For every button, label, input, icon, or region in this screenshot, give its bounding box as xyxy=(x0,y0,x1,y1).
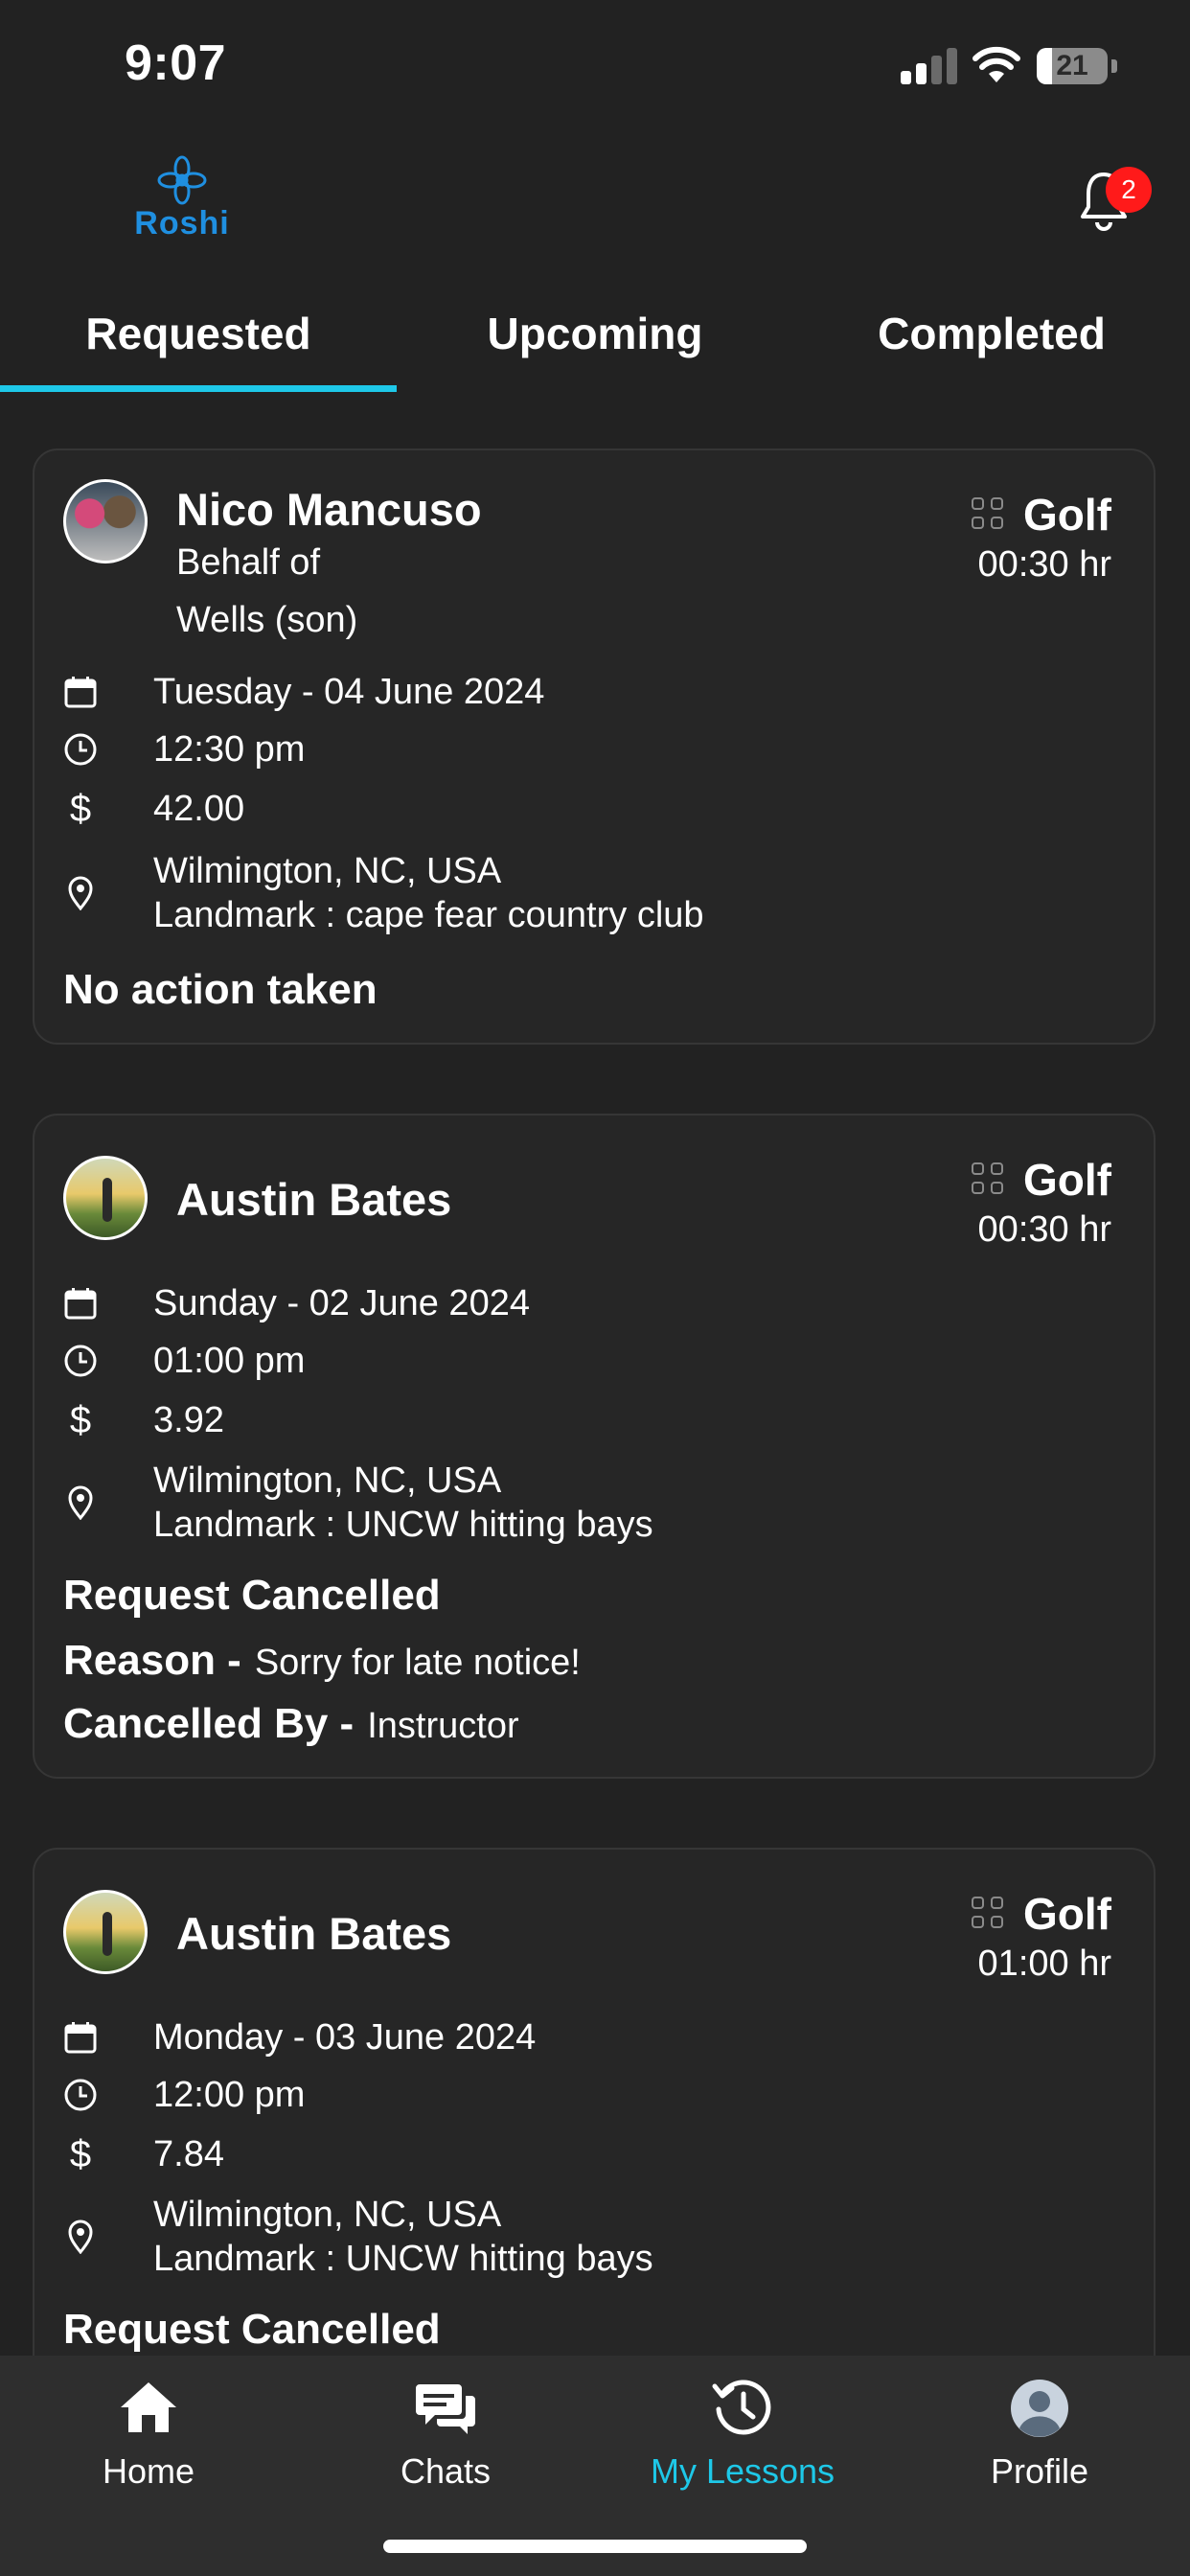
battery-icon: 21 xyxy=(1037,48,1108,84)
category-grid-icon xyxy=(972,1897,1006,1931)
lesson-status: Request Cancelled xyxy=(63,2306,441,2353)
logo-text: Roshi xyxy=(134,205,230,242)
category-grid-icon xyxy=(972,497,1006,532)
profile-icon xyxy=(1011,2380,1068,2437)
status-time: 9:07 xyxy=(125,35,227,91)
avatar xyxy=(63,1156,148,1240)
dollar-icon: $ xyxy=(69,1399,92,1441)
home-icon xyxy=(121,2382,176,2432)
sport-name: Golf xyxy=(1023,1889,1111,1939)
lesson-location: Wilmington, NC, USA xyxy=(153,2195,502,2235)
chat-icon xyxy=(416,2384,475,2434)
lesson-card[interactable]: Nico Mancuso Behalf of Wells (son) Golf … xyxy=(33,448,1156,1045)
duration: 00:30 hr xyxy=(977,1209,1111,1250)
nav-my-lessons[interactable]: My Lessons xyxy=(594,2356,891,2509)
tab-completed[interactable]: Completed xyxy=(793,288,1190,395)
sport-name: Golf xyxy=(1023,490,1111,540)
lesson-date: Tuesday - 04 June 2024 xyxy=(153,672,545,712)
lesson-price: 7.84 xyxy=(153,2134,224,2174)
active-tab-indicator xyxy=(0,385,397,392)
app-header: Roshi 2 xyxy=(0,144,1190,278)
dollar-icon: $ xyxy=(69,2133,92,2175)
nav-profile[interactable]: Profile xyxy=(891,2356,1188,2509)
clock-icon xyxy=(64,1345,97,1377)
lesson-time: 12:30 pm xyxy=(153,729,306,770)
reason-label: Reason - xyxy=(63,1637,241,1684)
student-name: Austin Bates xyxy=(176,1908,452,1959)
lesson-tabs: Requested Upcoming Completed xyxy=(0,288,1190,395)
nav-home[interactable]: Home xyxy=(0,2356,297,2509)
nav-label: Home xyxy=(102,2451,195,2491)
avatar xyxy=(63,479,148,564)
lesson-landmark: Landmark : cape fear country club xyxy=(153,895,704,935)
flower-logo-icon xyxy=(157,155,207,205)
duration: 01:00 hr xyxy=(977,1944,1111,1984)
lesson-date: Monday - 03 June 2024 xyxy=(153,2017,537,2058)
sport-info: Golf 00:30 hr xyxy=(972,1154,1111,1251)
lesson-card[interactable]: Austin Bates Golf 00:30 hr Sunday - 02 J… xyxy=(33,1114,1156,1779)
clock-icon xyxy=(64,2079,97,2111)
lesson-price: 3.92 xyxy=(153,1400,224,1440)
lesson-time: 12:00 pm xyxy=(153,2075,306,2115)
nav-label: Chats xyxy=(400,2451,492,2491)
cancelled-by-value: Instructor xyxy=(367,1706,519,1746)
sport-info: Golf 01:00 hr xyxy=(972,1888,1111,1985)
reason-value: Sorry for late notice! xyxy=(254,1643,581,1683)
tab-upcoming[interactable]: Upcoming xyxy=(397,288,793,395)
location-pin-icon xyxy=(68,876,93,910)
duration: 00:30 hr xyxy=(977,544,1111,585)
location-pin-icon xyxy=(68,1485,93,1520)
status-bar: 9:07 21 xyxy=(0,0,1190,134)
calendar-icon xyxy=(64,1288,97,1320)
lesson-price: 42.00 xyxy=(153,789,245,829)
wifi-icon xyxy=(973,46,1020,82)
lesson-landmark: Landmark : UNCW hitting bays xyxy=(153,2239,653,2279)
location-pin-icon xyxy=(68,2220,93,2254)
nav-label: My Lessons xyxy=(650,2451,835,2491)
battery-percent: 21 xyxy=(1056,50,1088,81)
cancel-reason: Reason - Sorry for late notice! xyxy=(63,1637,581,1685)
notification-badge: 2 xyxy=(1106,167,1152,213)
lesson-location: Wilmington, NC, USA xyxy=(153,851,502,891)
history-icon xyxy=(712,2380,771,2435)
avatar xyxy=(63,1890,148,1974)
student-name: Austin Bates xyxy=(176,1174,452,1225)
sport-name: Golf xyxy=(1023,1155,1111,1205)
tab-requested[interactable]: Requested xyxy=(0,288,397,395)
home-indicator xyxy=(383,2540,807,2553)
behalf-name: Wells (son) xyxy=(176,600,358,640)
nav-label: Profile xyxy=(990,2451,1089,2491)
calendar-icon xyxy=(64,677,97,708)
cancelled-by-label: Cancelled By - xyxy=(63,1700,355,1747)
clock-icon xyxy=(64,733,97,766)
lesson-location: Wilmington, NC, USA xyxy=(153,1460,502,1501)
behalf-label: Behalf of xyxy=(176,542,320,583)
dollar-icon: $ xyxy=(69,788,92,830)
sport-info: Golf 00:30 hr xyxy=(972,489,1111,586)
cancelled-by: Cancelled By - Instructor xyxy=(63,1700,519,1748)
calendar-icon xyxy=(64,2022,97,2054)
lesson-status: No action taken xyxy=(63,966,378,1013)
nav-chats[interactable]: Chats xyxy=(297,2356,594,2509)
student-name: Nico Mancuso xyxy=(176,484,482,535)
lesson-time: 01:00 pm xyxy=(153,1341,306,1381)
category-grid-icon xyxy=(972,1162,1006,1197)
cellular-signal-icon xyxy=(901,48,958,84)
lesson-landmark: Landmark : UNCW hitting bays xyxy=(153,1505,653,1545)
lesson-status: Request Cancelled xyxy=(63,1572,441,1619)
lesson-date: Sunday - 02 June 2024 xyxy=(153,1283,530,1323)
